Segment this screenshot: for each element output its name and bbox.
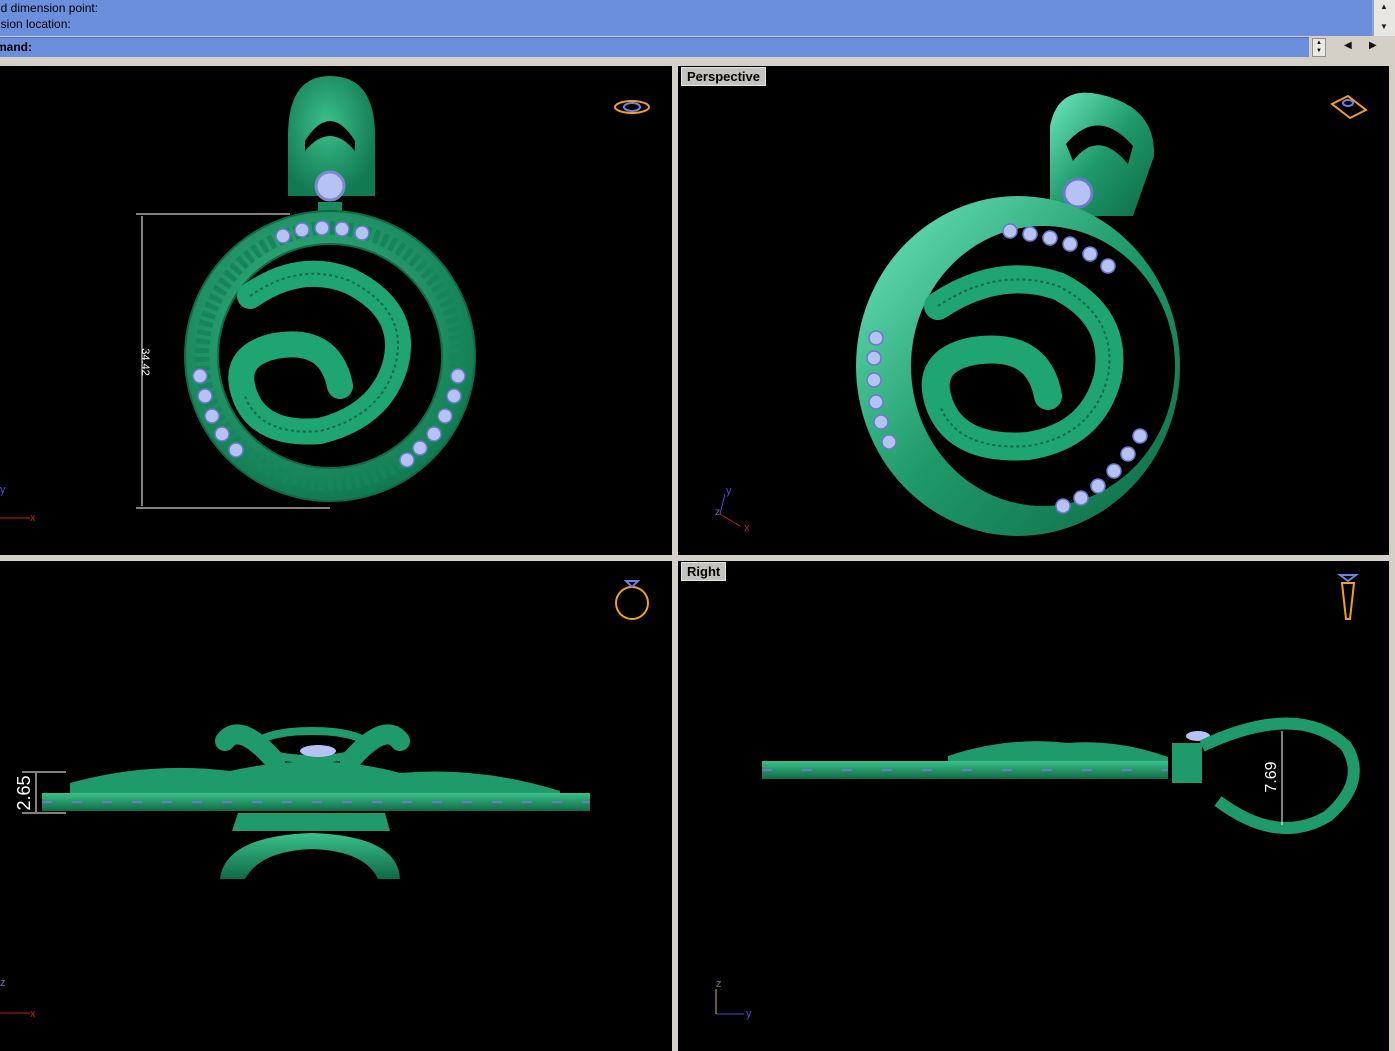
history-spinner[interactable]: ▲ ▼ [1312, 38, 1326, 57]
top-view-render: 34.42 y x [0, 76, 650, 524]
command-history: nd dimension point: nsion location: [0, 0, 1373, 36]
perspective-render: y z x [715, 92, 1368, 536]
viewport-title[interactable]: Perspective [681, 67, 766, 86]
svg-text:y: y [0, 484, 6, 496]
svg-text:x: x [30, 512, 36, 524]
svg-text:z: z [715, 507, 720, 518]
prompt-controls: ▲ ▼ ◀ ▶ [1309, 37, 1395, 57]
svg-text:y: y [746, 1008, 752, 1020]
viewport-front[interactable]: 2.65 z x [0, 561, 672, 1051]
spin-down-icon[interactable]: ▼ [1313, 47, 1325, 55]
svg-text:z: z [716, 978, 722, 990]
scroll-down-icon[interactable]: ▼ [1380, 22, 1388, 31]
history-scrollbar[interactable]: ▲ ▼ [1373, 0, 1395, 36]
ring-side-view-icon [1337, 574, 1359, 620]
command-prompt[interactable]: mand: [0, 37, 1309, 57]
viewport-title[interactable]: Right [681, 562, 727, 581]
ring-perspective-icon [1330, 94, 1368, 120]
viewport-top[interactable]: 34.42 y x [0, 66, 672, 555]
dimension-label-top: 34.42 [139, 348, 151, 376]
scroll-up-icon[interactable]: ▲ [1380, 2, 1388, 11]
ring-top-view-icon [614, 100, 650, 114]
history-line: nd dimension point: [0, 1, 99, 15]
right-view-render: 7.69 z y [715, 574, 1360, 1020]
viewport-right[interactable]: 7.69 z y Right [678, 561, 1389, 1051]
command-prompt-label: mand: [0, 40, 32, 54]
dimension-label-front: 2.65 [14, 775, 34, 810]
scroll-right-icon[interactable]: ▶ [1369, 40, 1377, 51]
svg-text:y: y [726, 485, 732, 497]
front-view-render: 2.65 z x [0, 580, 649, 1020]
ring-front-view-icon [615, 580, 649, 620]
scroll-left-icon[interactable]: ◀ [1344, 40, 1352, 51]
spin-up-icon[interactable]: ▲ [1313, 39, 1325, 47]
viewport-perspective[interactable]: y z x Perspective [678, 66, 1389, 555]
history-line: nsion location: [0, 17, 71, 31]
dimension-label-right: 7.69 [1263, 761, 1280, 792]
svg-text:z: z [0, 977, 6, 989]
svg-text:x: x [744, 522, 750, 534]
svg-text:x: x [30, 1008, 36, 1020]
